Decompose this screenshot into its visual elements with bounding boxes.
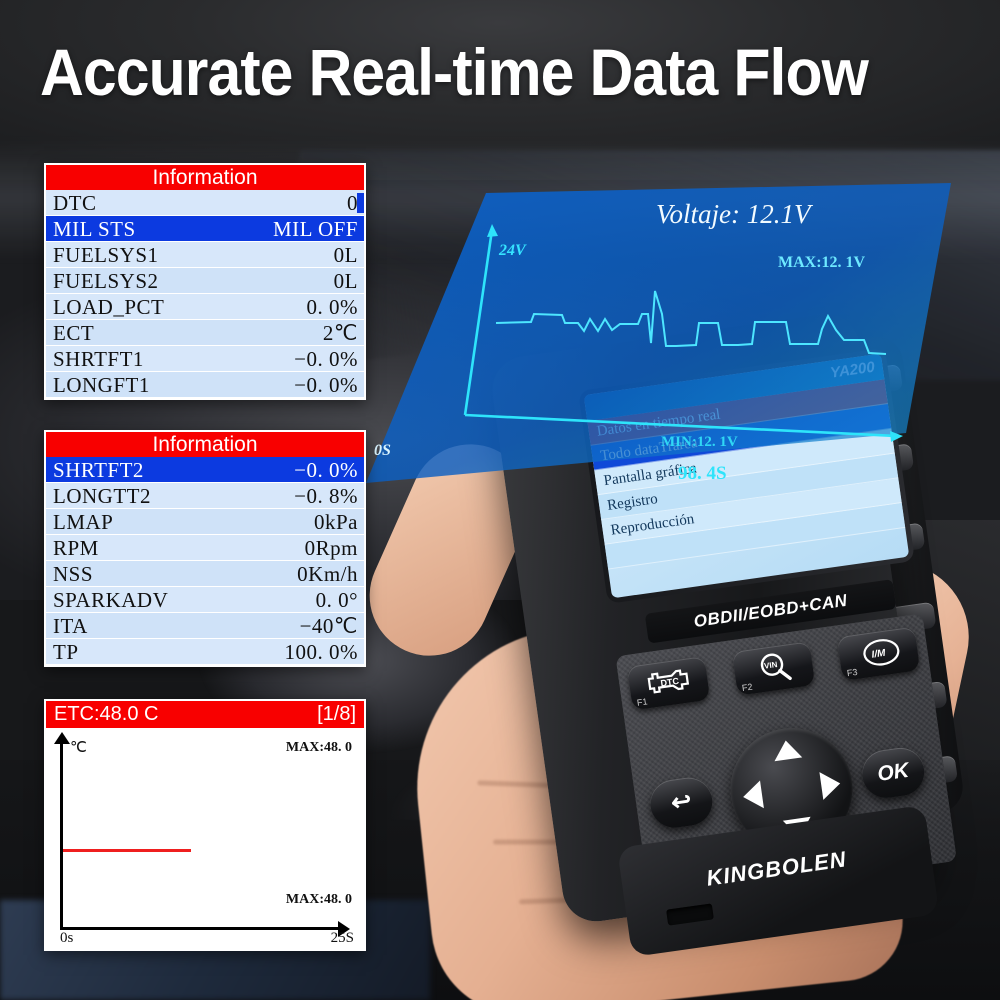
- panel-two-rows: SHRTFT2 −0. 0% LONGTT2 −0. 8% LMAP 0kPa …: [46, 457, 364, 665]
- table-row[interactable]: LONGTT2 −0. 8%: [46, 483, 364, 509]
- function-key-f1-label: F1: [636, 696, 649, 708]
- row-value: 0Km/h: [297, 562, 358, 586]
- row-value: 0. 0%: [306, 295, 358, 319]
- dpad-right-arrow-icon[interactable]: [819, 769, 843, 800]
- row-value: −0. 0%: [294, 347, 358, 371]
- dtc-engine-icon: DTC: [647, 669, 690, 694]
- row-key: SHRTFT1: [53, 347, 144, 371]
- device-screen-bezel: YA200 Datos en tiempo real Todo dataTrar…: [578, 347, 915, 604]
- back-button[interactable]: ↩: [647, 774, 716, 831]
- etc-data-trace: [63, 849, 191, 852]
- etc-y-axis-arrow-icon: [54, 732, 70, 744]
- row-value: 0Rpm: [304, 536, 358, 560]
- table-row[interactable]: LMAP 0kPa: [46, 509, 364, 535]
- function-key-f1-dtc[interactable]: DTC F1: [626, 656, 711, 711]
- row-key: LONGTT2: [53, 484, 151, 508]
- etc-x-start-label: 0s: [60, 930, 74, 946]
- etc-graph-page-indicator: [1/8]: [317, 703, 356, 725]
- table-row[interactable]: MIL STS MIL OFF: [46, 216, 364, 242]
- svg-text:DTC: DTC: [660, 676, 680, 689]
- row-value: 100. 0%: [284, 640, 358, 664]
- table-row[interactable]: SHRTFT1 −0. 0%: [46, 346, 364, 372]
- function-key-f2-label: F2: [741, 681, 754, 694]
- row-value: −0. 0%: [294, 458, 358, 482]
- etc-x-end-label: 25S: [330, 930, 354, 946]
- device-screen: YA200 Datos en tiempo real Todo dataTrar…: [583, 353, 910, 599]
- table-row[interactable]: NSS 0Km/h: [46, 561, 364, 587]
- etc-graph-body: ℃ MAX:48. 0 MAX:48. 0 0s 25S: [46, 728, 364, 949]
- row-value: 0. 0°: [315, 588, 358, 612]
- row-value: 0kPa: [314, 510, 358, 534]
- vin-search-icon: VIN: [760, 653, 792, 681]
- information-panel-two: Information SHRTFT2 −0. 0% LONGTT2 −0. 8…: [44, 430, 366, 667]
- scrollbar-thumb[interactable]: [357, 193, 364, 213]
- panel-one-rows: DTC 0 MIL STS MIL OFF FUELSYS1 0L FUELSY…: [46, 190, 364, 398]
- row-value: −40℃: [299, 614, 358, 638]
- back-arrow-icon: ↩: [669, 787, 694, 817]
- table-row[interactable]: SHRTFT2 −0. 0%: [46, 457, 364, 483]
- dpad-left-arrow-icon[interactable]: [741, 780, 764, 811]
- row-key: ECT: [53, 321, 95, 345]
- dpad-up-arrow-icon[interactable]: [771, 738, 803, 762]
- row-key: DTC: [53, 191, 97, 215]
- table-row[interactable]: RPM 0Rpm: [46, 535, 364, 561]
- svg-text:VIN: VIN: [764, 660, 779, 671]
- row-key: SHRTFT2: [53, 458, 144, 482]
- function-key-f3-im[interactable]: I/M F3: [836, 626, 921, 681]
- table-row[interactable]: LONGFT1 −0. 0%: [46, 372, 364, 398]
- obd-scanner-device: YA200 Datos en tiempo real Todo dataTrar…: [429, 267, 1000, 957]
- etc-graph-title: ETC:48.0 C: [54, 703, 159, 725]
- row-key: MIL STS: [53, 217, 136, 241]
- row-value: −0. 8%: [294, 484, 358, 508]
- row-key: NSS: [53, 562, 94, 586]
- table-row[interactable]: LOAD_PCT 0. 0%: [46, 294, 364, 320]
- row-value: 0L: [333, 243, 358, 267]
- etc-y-unit-label: ℃: [70, 740, 87, 756]
- row-key: LONGFT1: [53, 373, 150, 397]
- row-value: MIL OFF: [273, 217, 358, 241]
- device-brand-label: KINGBOLEN: [704, 846, 848, 891]
- table-row[interactable]: DTC 0: [46, 190, 364, 216]
- table-row[interactable]: FUELSYS2 0L: [46, 268, 364, 294]
- row-value: 2℃: [322, 321, 358, 345]
- etc-y-axis: [60, 742, 63, 930]
- information-panel-one: Information DTC 0 MIL STS MIL OFF FUELSY…: [44, 163, 366, 400]
- svg-text:I/M: I/M: [871, 648, 887, 661]
- table-row[interactable]: FUELSYS1 0L: [46, 242, 364, 268]
- etc-x-axis: [60, 927, 343, 930]
- row-key: LMAP: [53, 510, 114, 534]
- row-key: FUELSYS2: [53, 269, 159, 293]
- row-value: −0. 0%: [294, 373, 358, 397]
- function-key-f3-label: F3: [846, 666, 859, 679]
- device-model-label: YA200: [829, 358, 876, 382]
- etc-graph-header: ETC:48.0 C [1/8]: [46, 701, 364, 728]
- etc-max-bottom-label: MAX:48. 0: [285, 892, 352, 907]
- table-row[interactable]: ITA −40℃: [46, 613, 364, 639]
- etc-graph-panel: ETC:48.0 C [1/8] ℃ MAX:48. 0 MAX:48. 0 0…: [44, 699, 366, 951]
- etc-max-top-label: MAX:48. 0: [285, 740, 352, 755]
- im-readiness-icon: I/M: [863, 639, 900, 666]
- panel-two-title: Information: [46, 432, 364, 457]
- table-row[interactable]: SPARKADV 0. 0°: [46, 587, 364, 613]
- device-body: YA200 Datos en tiempo real Todo dataTrar…: [488, 309, 958, 957]
- row-key: LOAD_PCT: [53, 295, 165, 319]
- table-row[interactable]: TP 100. 0%: [46, 639, 364, 665]
- row-key: RPM: [53, 536, 99, 560]
- table-row[interactable]: ECT 2℃: [46, 320, 364, 346]
- row-key: SPARKADV: [53, 588, 169, 612]
- ok-button[interactable]: OK: [859, 744, 928, 801]
- ok-button-label: OK: [875, 758, 911, 786]
- panel-one-title: Information: [46, 165, 364, 190]
- page-title: Accurate Real-time Data Flow: [40, 35, 869, 109]
- function-key-f2-vin[interactable]: VIN F2: [731, 641, 816, 696]
- row-key: FUELSYS1: [53, 243, 159, 267]
- row-key: TP: [53, 640, 79, 664]
- row-value: 0L: [333, 269, 358, 293]
- row-key: ITA: [53, 614, 88, 638]
